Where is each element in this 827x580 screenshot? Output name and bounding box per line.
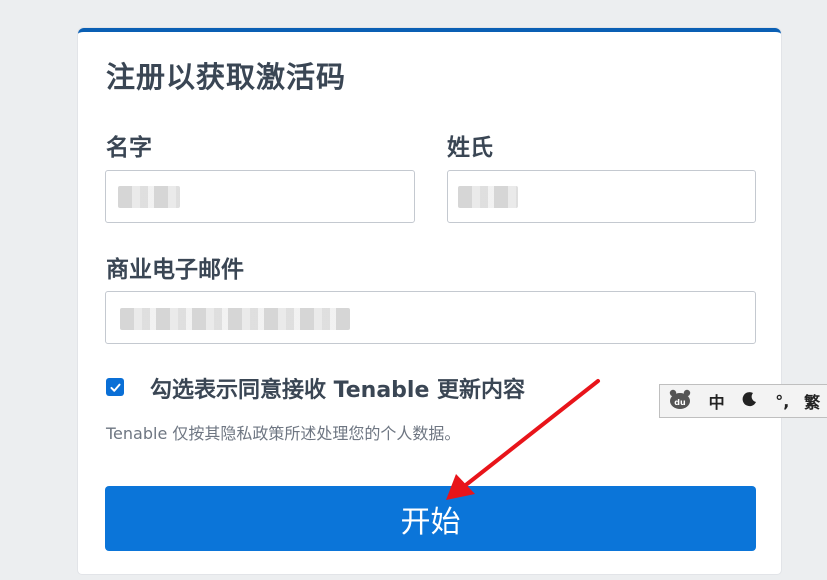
baidu-paw-icon[interactable]: du <box>660 388 700 414</box>
form-title: 注册以获取激活码 <box>106 60 347 94</box>
start-button[interactable]: 开始 <box>105 486 756 551</box>
consent-label[interactable]: 勾选表示同意接收 Tenable 更新内容 <box>150 372 525 404</box>
signup-card: 注册以获取激活码 名字 姓氏 商业电子邮件 勾选表示同意接收 Tenable 更… <box>78 28 781 574</box>
checkmark-icon <box>109 383 121 392</box>
ime-punct-toggle[interactable]: °, <box>767 392 797 411</box>
email-input[interactable] <box>105 291 756 344</box>
ime-lang-toggle[interactable]: 中 <box>700 389 734 413</box>
svg-text:du: du <box>674 398 686 407</box>
first-name-input[interactable] <box>105 170 415 223</box>
ime-traditional-toggle[interactable]: 繁 <box>797 389 827 413</box>
moon-icon[interactable] <box>734 391 768 411</box>
privacy-note: Tenable 仅按其隐私政策所述处理您的个人数据。 <box>106 424 461 443</box>
first-name-label: 名字 <box>106 135 152 161</box>
ime-toolbar: du 中 °, 繁 <box>659 384 827 418</box>
last-name-label: 姓氏 <box>447 135 493 161</box>
consent-checkbox[interactable] <box>106 378 124 396</box>
last-name-input[interactable] <box>447 170 756 223</box>
email-label: 商业电子邮件 <box>106 257 244 283</box>
